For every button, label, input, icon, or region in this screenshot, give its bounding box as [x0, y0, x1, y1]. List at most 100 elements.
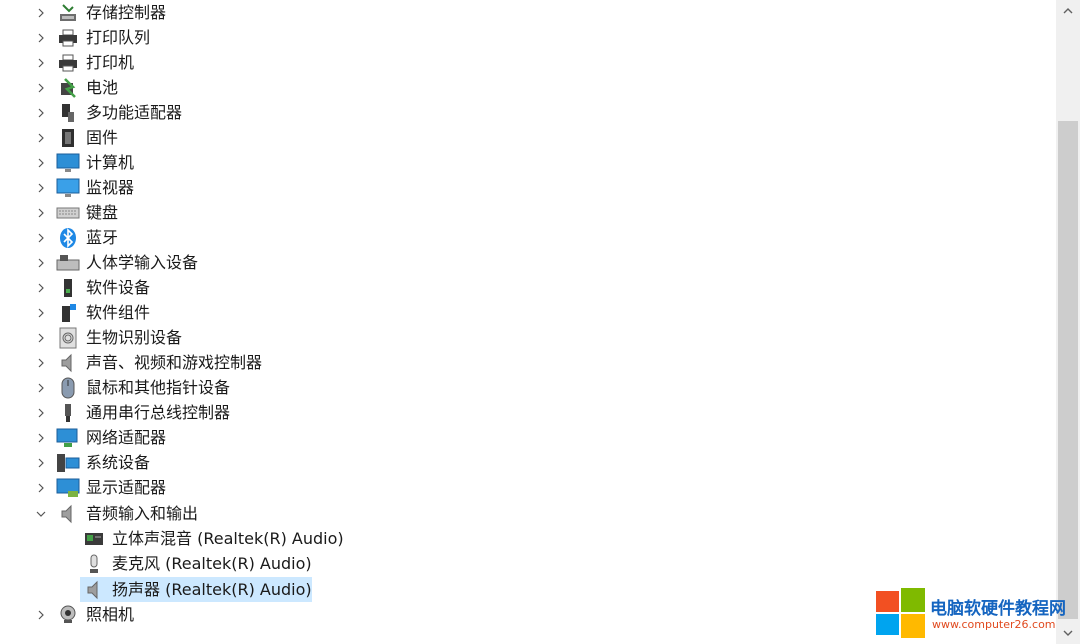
chevron-right-icon[interactable]: [33, 325, 49, 350]
scroll-up-icon[interactable]: [1063, 6, 1073, 16]
chevron-right-icon[interactable]: [33, 602, 49, 627]
tree-item-label: 扬声器 (Realtek(R) Audio): [112, 580, 312, 599]
chevron-right-icon[interactable]: [33, 250, 49, 275]
tree-item-keyboards[interactable]: 键盘: [0, 200, 1056, 225]
hid-icon: [56, 251, 80, 275]
tree-item-label: 计算机: [86, 153, 135, 172]
tree-item-label: 打印队列: [86, 28, 151, 47]
tree-item-system-devices[interactable]: 系统设备: [0, 450, 1056, 475]
tree-item-printers[interactable]: 打印机: [0, 50, 1056, 75]
chevron-right-icon[interactable]: [33, 375, 49, 400]
tree-item-label: 软件组件: [86, 303, 151, 322]
tree-item-label: 立体声混音 (Realtek(R) Audio): [112, 529, 344, 548]
tree-item-batteries[interactable]: 电池: [0, 75, 1056, 100]
tree-item-label: 音频输入和输出: [86, 504, 199, 523]
printer-icon: [56, 51, 80, 75]
chevron-right-icon[interactable]: [33, 275, 49, 300]
chevron-right-icon[interactable]: [33, 0, 49, 25]
tree-item-audio-io[interactable]: 音频输入和输出: [0, 501, 1056, 526]
watermark-title: 电脑软硬件教程网: [930, 599, 1066, 619]
device-tree: 存储控制器 打印队列 打印机 电池 多功能适配器 固件 计算机 监视器 键盘 蓝…: [0, 0, 1056, 644]
tree-item-display-adapters[interactable]: 显示适配器: [0, 475, 1056, 500]
fingerprint-icon: [56, 326, 80, 350]
tree-item-label: 监视器: [86, 178, 135, 197]
tree-item-label: 电池: [86, 78, 119, 97]
chevron-right-icon[interactable]: [33, 25, 49, 50]
tree-item-mice[interactable]: 鼠标和其他指针设备: [0, 375, 1056, 400]
tree-item-computer[interactable]: 计算机: [0, 150, 1056, 175]
chevron-right-icon[interactable]: [33, 75, 49, 100]
tree-item-label: 软件设备: [86, 278, 151, 297]
chevron-right-icon[interactable]: [33, 350, 49, 375]
tree-item-hid[interactable]: 人体学输入设备: [0, 250, 1056, 275]
watermark-url: www.computer26.com: [932, 618, 1056, 631]
tree-item-usb[interactable]: 通用串行总线控制器: [0, 400, 1056, 425]
tree-item-network-adapters[interactable]: 网络适配器: [0, 425, 1056, 450]
tree-item-sound-video-game[interactable]: 声音、视频和游戏控制器: [0, 350, 1056, 375]
tree-item-label: 蓝牙: [86, 228, 119, 247]
system-device-icon: [56, 451, 80, 475]
software-component-icon: [56, 301, 80, 325]
speaker-icon: [56, 351, 80, 375]
firmware-icon: [56, 126, 80, 150]
network-adapter-icon: [56, 426, 80, 450]
display-adapter-icon: [56, 476, 80, 500]
tree-item-label: 鼠标和其他指针设备: [86, 378, 231, 397]
tree-item-multifunction-adapters[interactable]: 多功能适配器: [0, 100, 1056, 125]
multifunction-adapter-icon: [56, 101, 80, 125]
chevron-right-icon[interactable]: [33, 100, 49, 125]
storage-controller-icon: [56, 1, 80, 25]
tree-item-label: 照相机: [86, 605, 135, 624]
bluetooth-icon: [56, 226, 80, 250]
tree-item-label: 显示适配器: [86, 478, 167, 497]
chevron-right-icon[interactable]: [33, 50, 49, 75]
tree-item-label: 存储控制器: [86, 3, 167, 22]
chevron-right-icon[interactable]: [33, 400, 49, 425]
tree-item-label: 声音、视频和游戏控制器: [86, 353, 263, 372]
chevron-right-icon[interactable]: [33, 125, 49, 150]
vertical-scrollbar[interactable]: [1056, 0, 1080, 644]
chevron-right-icon[interactable]: [33, 200, 49, 225]
speaker-icon: [56, 502, 80, 526]
tree-item-label: 打印机: [86, 53, 135, 72]
scrollbar-thumb[interactable]: [1058, 121, 1078, 619]
software-device-icon: [56, 276, 80, 300]
monitor-icon: [56, 176, 80, 200]
chevron-right-icon[interactable]: [33, 300, 49, 325]
sound-card-icon: [82, 527, 106, 551]
tree-item-biometric[interactable]: 生物识别设备: [0, 325, 1056, 350]
tree-item-label: 通用串行总线控制器: [86, 403, 231, 422]
tree-item-monitors[interactable]: 监视器: [0, 175, 1056, 200]
chevron-right-icon[interactable]: [33, 175, 49, 200]
tree-item-microphone[interactable]: 麦克风 (Realtek(R) Audio): [0, 551, 1056, 576]
chevron-right-icon[interactable]: [33, 150, 49, 175]
usb-icon: [56, 401, 80, 425]
chevron-down-icon[interactable]: [33, 501, 49, 526]
battery-icon: [56, 76, 80, 100]
tree-item-print-queues[interactable]: 打印队列: [0, 25, 1056, 50]
windows-logo-icon: [876, 588, 925, 638]
chevron-right-icon[interactable]: [33, 425, 49, 450]
computer-icon: [56, 151, 80, 175]
tree-item-software-components[interactable]: 软件组件: [0, 300, 1056, 325]
tree-item-label: 系统设备: [86, 453, 151, 472]
tree-item-label: 人体学输入设备: [86, 253, 199, 272]
tree-item-label: 多功能适配器: [86, 103, 183, 122]
printer-icon: [56, 26, 80, 50]
tree-item-stereo-mix[interactable]: 立体声混音 (Realtek(R) Audio): [0, 526, 1056, 551]
chevron-right-icon[interactable]: [33, 225, 49, 250]
mouse-icon: [56, 376, 80, 400]
camera-icon: [56, 603, 80, 627]
tree-item-label: 键盘: [86, 203, 119, 222]
tree-item-label: 生物识别设备: [86, 328, 183, 347]
watermark: 电脑软硬件教程网 www.computer26.com: [876, 586, 1080, 644]
chevron-right-icon[interactable]: [33, 475, 49, 500]
keyboard-icon: [56, 201, 80, 225]
speaker-icon: [82, 578, 106, 602]
tree-item-firmware[interactable]: 固件: [0, 125, 1056, 150]
tree-item-software-devices[interactable]: 软件设备: [0, 275, 1056, 300]
chevron-right-icon[interactable]: [33, 450, 49, 475]
tree-item-label: 固件: [86, 128, 119, 147]
tree-item-storage-controllers[interactable]: 存储控制器: [0, 0, 1056, 25]
tree-item-bluetooth[interactable]: 蓝牙: [0, 225, 1056, 250]
